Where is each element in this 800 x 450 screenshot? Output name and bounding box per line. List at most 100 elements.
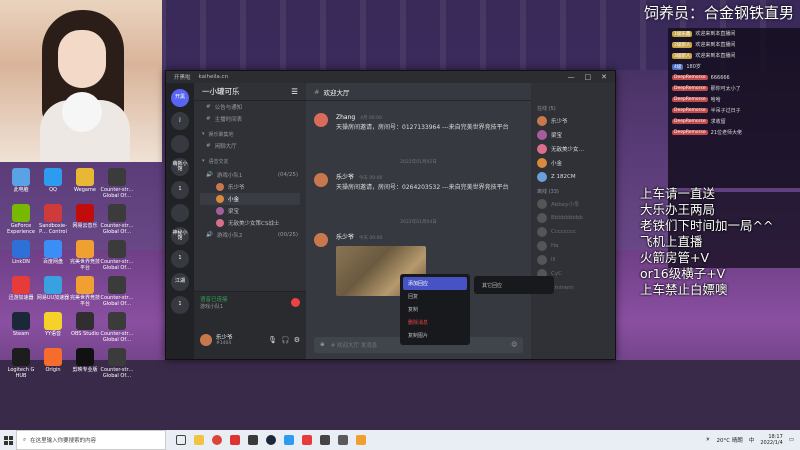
desktop-icon[interactable]: GeForce Experience [4, 204, 38, 235]
desktop-icon[interactable]: QQ [36, 168, 70, 194]
member-item[interactable]: Abbey小冬 [531, 197, 615, 211]
desktop-icon[interactable]: Steam [4, 312, 38, 338]
app-icon[interactable] [284, 435, 294, 445]
server-header[interactable]: 一小罐可乐 ☰ [194, 83, 306, 101]
member-item[interactable]: 梁宝 [531, 128, 615, 142]
member-item[interactable]: Ha [531, 239, 615, 253]
chrome-icon[interactable] [212, 435, 222, 445]
member-item[interactable]: 无敌美少女… [531, 142, 615, 156]
desktop-icon[interactable]: Wegame [68, 168, 102, 194]
app-icon[interactable] [320, 435, 330, 445]
avatar[interactable] [314, 173, 328, 187]
desktop-icon[interactable]: 网易云音乐 [68, 204, 102, 230]
guild-icon[interactable]: 1 [171, 250, 189, 268]
desktop-icon[interactable]: LinkDN [4, 240, 38, 266]
maximize-button[interactable]: □ [585, 73, 592, 81]
channel-item[interactable]: # 主播时间表 [194, 113, 306, 125]
app-icon[interactable] [338, 435, 348, 445]
app-icon[interactable] [356, 435, 366, 445]
mic-icon[interactable]: 🎙 [268, 336, 277, 344]
menu-icon[interactable]: ☰ [291, 87, 298, 96]
avatar[interactable] [314, 113, 328, 127]
channel-category[interactable]: ▾ 娱乐聚集地 [194, 128, 306, 140]
guild-icon[interactable]: 神秘小馆 [171, 227, 189, 245]
desktop-icon[interactable]: 百度网盘 [36, 240, 70, 266]
channel-category[interactable]: ▾ 语音交友 [194, 155, 306, 167]
avatar[interactable] [314, 233, 328, 247]
desktop-icon[interactable]: 网易UU加速器 [36, 276, 70, 302]
message-author[interactable]: Zhang [336, 114, 355, 121]
context-menu: 添加回应 回复 复制 删除消息 复制图片 [400, 274, 470, 345]
guild-icon[interactable]: j [171, 112, 189, 130]
guild-icon[interactable] [171, 135, 189, 153]
desktop-icon[interactable]: YY语音 [36, 312, 70, 338]
voice-user[interactable]: 小金 [200, 193, 300, 205]
app-icon[interactable] [230, 435, 240, 445]
desktop-icon[interactable]: 此电脑 [4, 168, 38, 194]
start-button[interactable] [0, 430, 16, 450]
headphone-icon[interactable]: 🎧 [281, 336, 290, 344]
task-view-icon[interactable] [176, 435, 186, 445]
weather-text[interactable]: 20°C 晴朗 [716, 436, 742, 444]
context-menu-item[interactable]: 回复 [403, 290, 467, 303]
desktop-icon[interactable]: Counter-str… Global Of… [100, 348, 134, 379]
desktop-icon[interactable]: Counter-str… Global Of… [100, 168, 134, 199]
desktop-icon-label: 完美世界竞技平台 [69, 259, 100, 271]
voice-user[interactable]: 梁宝 [194, 205, 306, 217]
channel-item[interactable]: # 公告与通知 [194, 101, 306, 113]
desktop-icon[interactable]: 迅游加速器 [4, 276, 38, 302]
member-item[interactable]: 乐少爷 [531, 114, 615, 128]
app-icon[interactable] [302, 435, 312, 445]
guild-icon[interactable]: 1 [171, 296, 189, 314]
voice-channel-2[interactable]: 🔊 游戏小队2 (00/25) [194, 229, 306, 241]
emoji-icon[interactable]: ☺ [511, 342, 517, 348]
language-indicator[interactable]: 中 [749, 436, 755, 444]
context-menu-item[interactable]: 删除消息 [403, 316, 467, 329]
gear-icon[interactable]: ⚙ [294, 336, 300, 344]
voice-user[interactable]: 乐少爷 [194, 181, 306, 193]
guild-icon[interactable]: 开黑 [171, 89, 189, 107]
explorer-icon[interactable] [194, 435, 204, 445]
voice-user[interactable]: 无敌美少女策CS战士 [194, 217, 306, 229]
member-item[interactable]: Cccccccc [531, 225, 615, 239]
guild-icon[interactable]: 1 [171, 181, 189, 199]
guild-icon[interactable]: 江湖 [171, 273, 189, 291]
context-menu-item[interactable]: 添加回应 [403, 277, 467, 290]
member-item[interactable]: Z 182CM [531, 170, 615, 184]
desktop-icon[interactable]: Sandboxie-P… Control [36, 204, 70, 235]
member-item[interactable]: lll [531, 253, 615, 267]
desktop-icon[interactable]: Origin [36, 348, 70, 374]
notification-icon[interactable]: ▭ [789, 437, 794, 443]
reaction-submenu[interactable]: 其它回应 [474, 276, 554, 294]
guild-icon[interactable] [171, 204, 189, 222]
add-icon[interactable]: ⊕ [320, 342, 325, 348]
guild-icon[interactable]: 萌新小馆 [171, 158, 189, 176]
desktop-icon[interactable]: 完美世界竞技平台 [68, 276, 102, 307]
message-author[interactable]: 乐少爷 [336, 234, 354, 241]
minimize-button[interactable]: — [568, 73, 575, 81]
taskbar-search[interactable]: ⌕ 在这里输入你要搜索的内容 [16, 430, 166, 450]
desktop-icon[interactable]: Counter-str… Global Of… [100, 312, 134, 343]
browser-url[interactable]: kaiheila.cn [199, 74, 229, 80]
close-button[interactable]: ✕ [601, 73, 607, 81]
message-author[interactable]: 乐少爷 [336, 174, 354, 181]
context-menu-item[interactable]: 复制 [403, 303, 467, 316]
steam-icon[interactable] [266, 435, 276, 445]
member-item[interactable]: Bbbbbbbbb [531, 211, 615, 225]
avatar[interactable] [200, 333, 212, 346]
desktop-icon[interactable]: Logitech G HUB [4, 348, 38, 379]
desktop-icon[interactable]: OBS Studio [68, 312, 102, 338]
clock[interactable]: 18:17 2022/1/4 [760, 434, 782, 446]
member-item[interactable]: 小金 [531, 156, 615, 170]
browser-tab[interactable]: 开黑啦 [174, 73, 191, 81]
desktop-icon[interactable]: Counter-str… Global Of… [100, 276, 134, 307]
desktop-icon[interactable]: 剪映专业版 [68, 348, 102, 374]
desktop-icon[interactable]: Counter-str… Global Of… [100, 240, 134, 271]
context-menu-item[interactable]: 复制图片 [403, 329, 467, 342]
desktop-icon[interactable]: Counter-str… Global Of… [100, 204, 134, 235]
app-icon[interactable] [248, 435, 258, 445]
channel-item[interactable]: # 闲聊大厅 [194, 140, 306, 152]
desktop-icon[interactable]: 完美世界竞技平台 [68, 240, 102, 271]
disconnect-icon[interactable] [291, 298, 300, 307]
voice-channel-1[interactable]: 🔊 游戏小队1 (04/25) [194, 169, 306, 181]
